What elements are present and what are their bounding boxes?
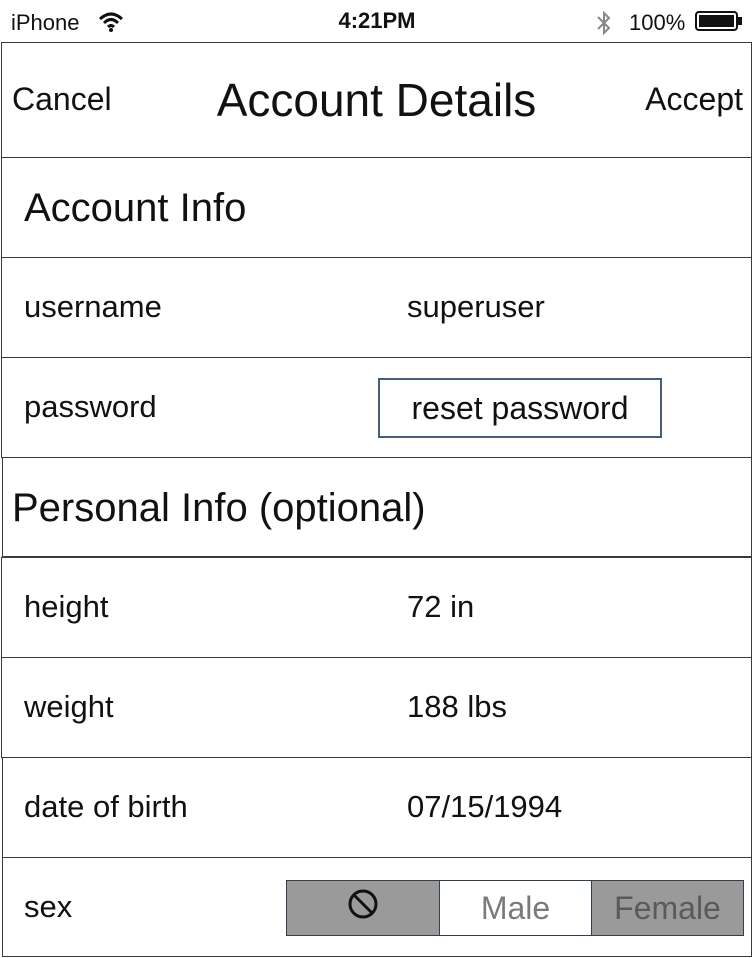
no-entry-icon (347, 888, 379, 928)
reset-password-button[interactable]: reset password (378, 378, 662, 438)
username-row[interactable]: username superuser (1, 257, 752, 358)
dob-value[interactable]: 07/15/1994 (407, 789, 562, 825)
dob-label: date of birth (24, 789, 188, 824)
nav-bar: Cancel Account Details Accept (1, 42, 752, 158)
personal-info-header: Personal Info (optional) (12, 486, 426, 530)
status-bar: iPhone 4:21PM 100% (0, 0, 754, 42)
personal-info-section: Personal Info (optional) (2, 457, 752, 557)
bluetooth-icon (594, 9, 614, 37)
battery-percent: 100% (629, 10, 686, 35)
weight-value[interactable]: 188 lbs (407, 689, 507, 725)
sex-option-female[interactable]: Female (591, 880, 744, 936)
height-label: height (24, 589, 109, 624)
weight-row[interactable]: weight 188 lbs (1, 657, 752, 758)
height-row[interactable]: height 72 in (1, 557, 752, 658)
password-row: password reset password (1, 357, 752, 458)
height-value[interactable]: 72 in (407, 589, 474, 625)
weight-label: weight (24, 689, 114, 724)
sex-row: sex Male Female (2, 857, 752, 957)
sex-option-male[interactable]: Male (439, 880, 592, 936)
page-title: Account Details (216, 74, 537, 126)
accept-button[interactable]: Accept (645, 81, 743, 118)
username-label: username (24, 289, 162, 324)
sex-option-none[interactable] (286, 880, 440, 936)
account-info-header: Account Info (24, 186, 247, 230)
account-info-section: Account Info (1, 157, 752, 258)
dob-row[interactable]: date of birth 07/15/1994 (2, 757, 752, 858)
username-value[interactable]: superuser (407, 289, 545, 325)
battery-icon (695, 11, 743, 31)
password-label: password (24, 389, 157, 424)
sex-label: sex (24, 889, 73, 924)
